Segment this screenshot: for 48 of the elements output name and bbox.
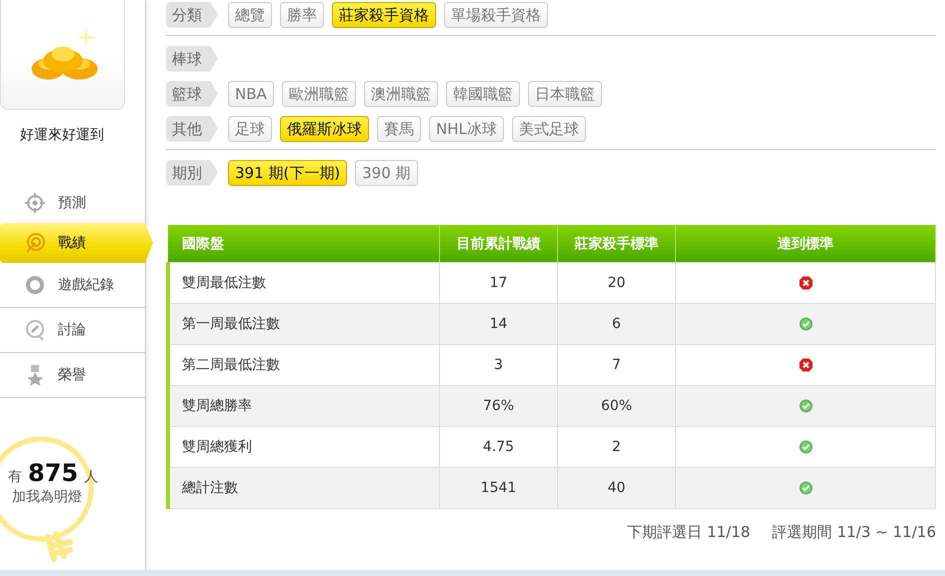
nav-item[interactable]: 討論 <box>0 308 145 354</box>
table-cell: 14 <box>440 304 558 344</box>
table-cell: 1541 <box>440 468 558 508</box>
filter-option[interactable]: 俄羅斯冰球 <box>280 116 369 142</box>
review-period: 評選期間 11/3 ~ 11/16 <box>772 523 936 542</box>
filter-option[interactable]: 單場殺手資格 <box>444 2 548 28</box>
filter-label: 籃球 <box>166 80 218 106</box>
filter-option[interactable]: 總覽 <box>228 2 272 28</box>
table-cell: 6 <box>558 304 676 344</box>
nav-item[interactable]: 戰績 <box>0 223 153 264</box>
filter-option[interactable]: 足球 <box>228 116 272 142</box>
table-cell: 40 <box>558 468 676 508</box>
table-cell: 總計注數 <box>168 468 440 508</box>
filter-option[interactable]: 賽馬 <box>377 116 421 142</box>
ring-icon <box>24 274 46 296</box>
filter-option[interactable]: NBA <box>228 80 274 106</box>
fans-count: 875 <box>28 459 78 488</box>
filter-option[interactable]: 勝率 <box>280 2 324 28</box>
column-header: 國際盤 <box>168 225 440 262</box>
nav-item[interactable]: 榮譽 <box>0 353 145 398</box>
filter-label: 分類 <box>166 2 218 28</box>
nav-item[interactable]: 預測 <box>0 183 145 224</box>
filter-label: 期別 <box>166 160 218 186</box>
target-icon <box>24 232 46 254</box>
filter-label: 其他 <box>166 116 218 142</box>
column-header: 莊家殺手標準 <box>558 225 676 262</box>
user-name: 好運來好運到 <box>19 126 105 145</box>
filter-option[interactable]: 澳洲職籃 <box>364 80 438 106</box>
filter-option[interactable]: 390 期 <box>355 160 418 186</box>
table-cell: 第一周最低注數 <box>168 304 440 344</box>
table-cell: 60% <box>558 386 676 426</box>
filter-label: 棒球 <box>166 46 218 72</box>
filter-option[interactable]: 韓國職籃 <box>446 80 520 106</box>
filter-option[interactable]: 日本職籃 <box>528 80 602 106</box>
filter-option[interactable]: NHL冰球 <box>429 116 504 142</box>
column-header: 目前累計戰績 <box>440 225 558 262</box>
filter-option[interactable]: 歐洲職籃 <box>282 80 356 106</box>
table-cell: 76% <box>440 386 558 426</box>
column-header: 達到標準 <box>676 225 936 262</box>
filter-option[interactable]: 莊家殺手資格 <box>332 2 436 28</box>
crosshair-icon <box>24 192 46 214</box>
table-cell: 雙周總勝率 <box>168 386 440 426</box>
fans-prefix: 有 <box>8 468 22 486</box>
fans-caption: 加我為明燈 <box>12 488 82 506</box>
filter-option[interactable]: 391 期(下一期) <box>228 160 348 186</box>
filter-option[interactable]: 美式足球 <box>512 116 586 142</box>
next-review-date: 下期評選日 11/18 <box>627 523 750 542</box>
nav-item[interactable]: 遊戲紀錄 <box>0 263 145 308</box>
